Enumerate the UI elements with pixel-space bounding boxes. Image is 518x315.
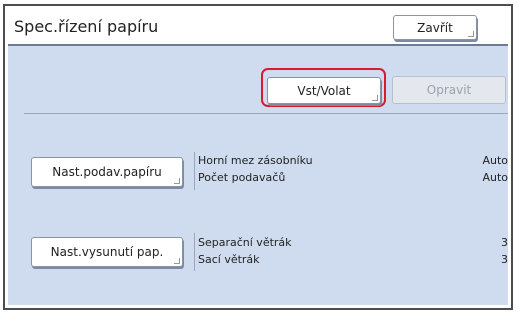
- feed-separator: [194, 152, 195, 190]
- feed-count-value: Auto: [482, 171, 508, 184]
- feed-upper-limit-label: Horní mez zásobníku: [198, 154, 313, 167]
- feed-count-label: Počet podavačů: [198, 171, 286, 184]
- eject-separator: [194, 233, 195, 271]
- feed-upper-limit-value: Auto: [482, 154, 508, 167]
- close-button[interactable]: Zavřít: [393, 15, 477, 40]
- opravit-button[interactable]: Opravit: [392, 76, 506, 104]
- section-divider: [24, 113, 508, 114]
- separation-fan-value: 3: [501, 236, 508, 249]
- vst-volat-button[interactable]: Vst/Volat: [267, 77, 381, 104]
- paper-control-panel: Spec.řízení papíru Zavřít Vst/Volat Opra…: [8, 9, 508, 305]
- paper-feed-settings-button[interactable]: Nast.podav.papíru: [31, 157, 183, 187]
- suction-fan-label: Sací větrák: [198, 253, 260, 266]
- paper-eject-settings-button[interactable]: Nast.vysunutí pap.: [31, 237, 183, 267]
- dialog-frame: Spec.řízení papíru Zavřít Vst/Volat Opra…: [3, 4, 513, 310]
- suction-fan-value: 3: [501, 253, 508, 266]
- title-bar: Spec.řízení papíru Zavřít: [8, 9, 508, 46]
- separation-fan-label: Separační větrák: [198, 236, 292, 249]
- page-title: Spec.řízení papíru: [14, 17, 159, 36]
